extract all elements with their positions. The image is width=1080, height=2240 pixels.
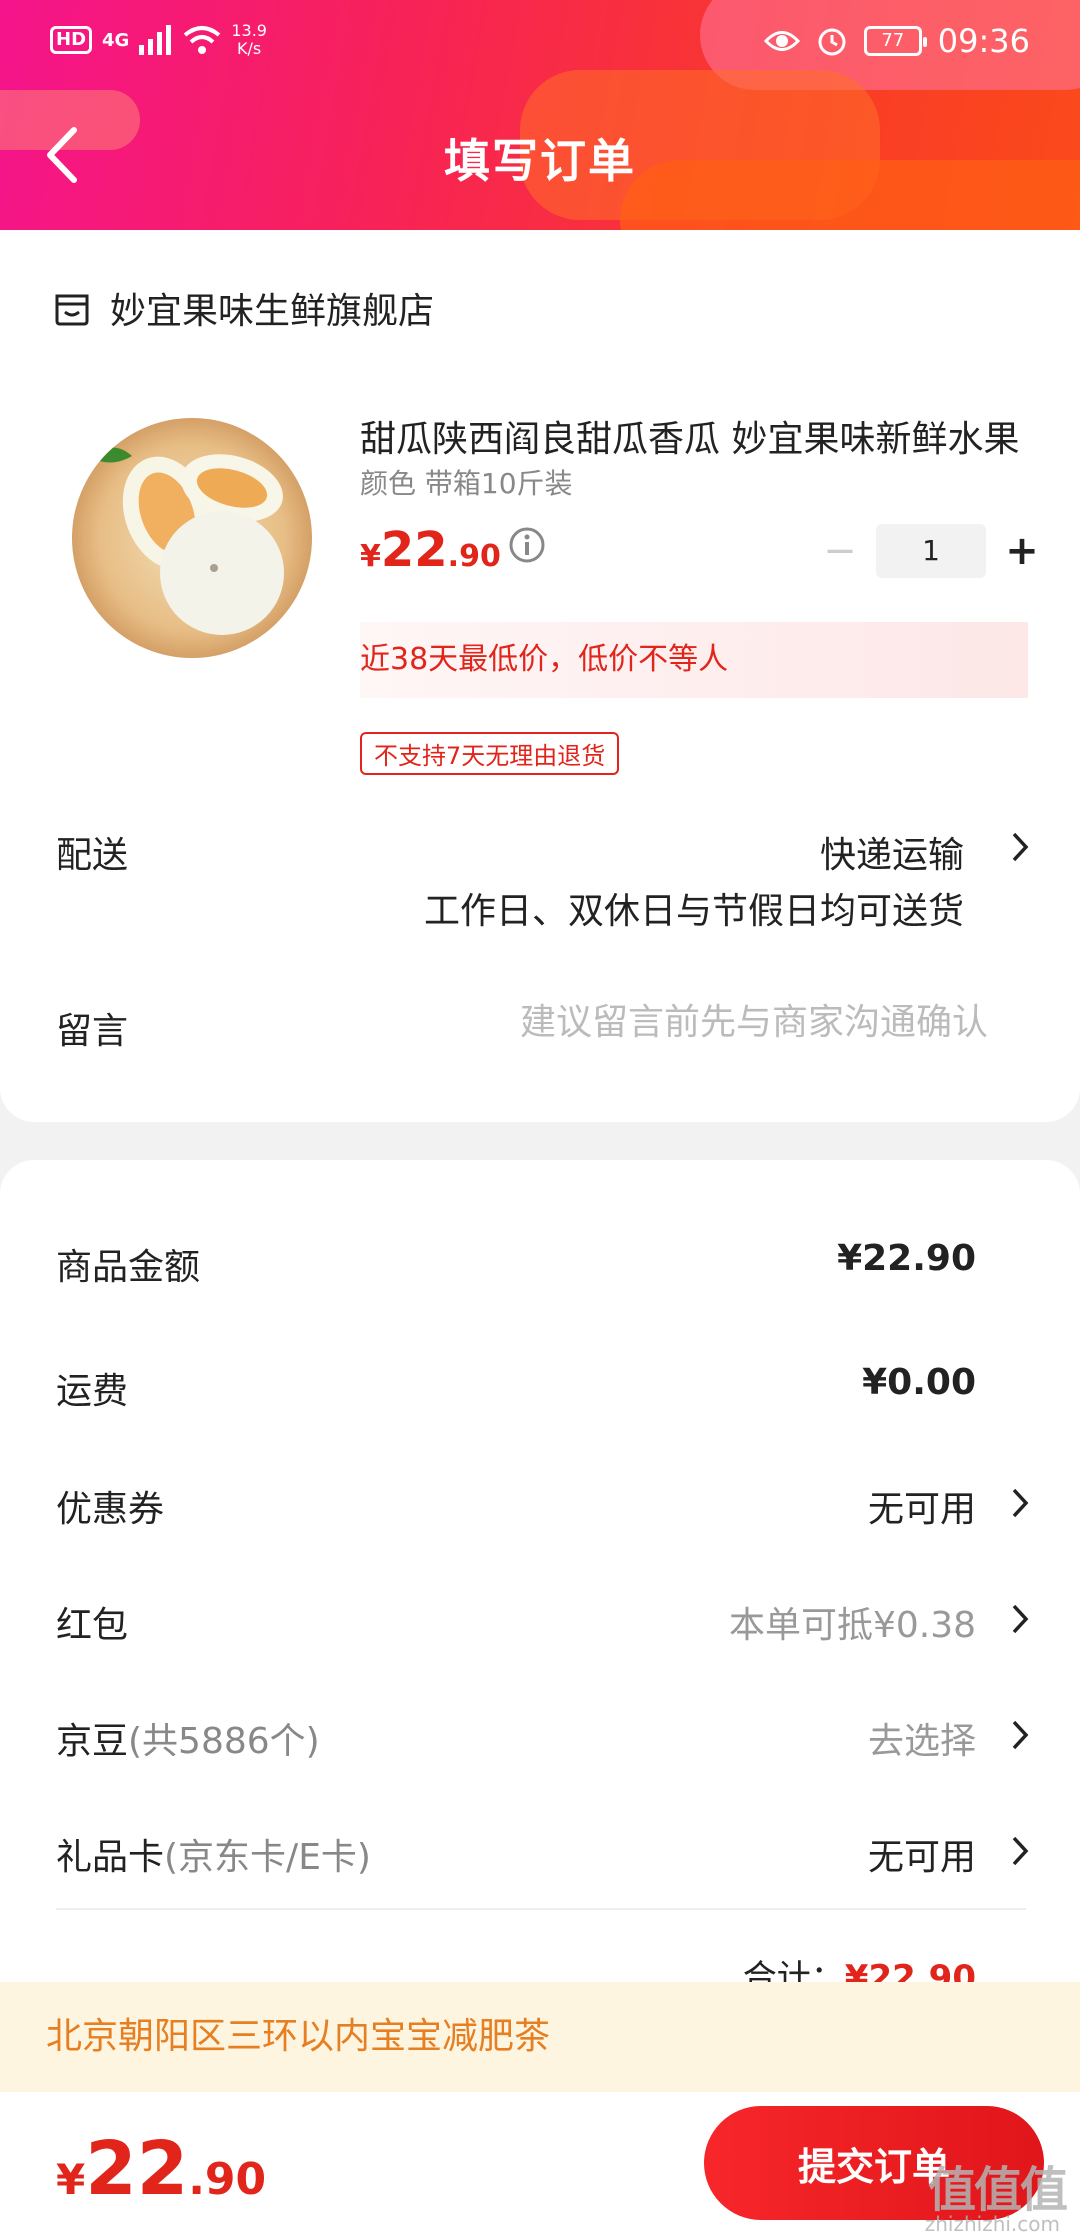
page-title: 填写订单 <box>444 134 636 188</box>
red-packet-label: 红包 <box>56 1605 129 1646</box>
price-info-icon[interactable] <box>508 526 546 568</box>
coupon-row[interactable]: 优惠券 无可用 <box>0 1480 1080 1540</box>
product-price: ¥22.90 <box>360 522 501 578</box>
signal-icon <box>139 25 172 55</box>
quantity-stepper: − 1 + <box>810 524 1052 578</box>
bottom-bar: ¥22.90 提交订单 <box>0 2092 1080 2240</box>
goods-amount-row: 商品金额 ¥22.90 <box>0 1238 1080 1298</box>
jd-beans-row[interactable]: 京豆(共5886个) 去选择 <box>0 1712 1080 1772</box>
jd-beans-value: 去选择 <box>867 1721 976 1762</box>
chevron-right-icon <box>1012 1604 1029 1634</box>
quantity-field[interactable]: 1 <box>876 524 986 578</box>
increase-button[interactable]: + <box>992 528 1052 574</box>
watermark-url: zhizhizhi.com <box>924 2212 1060 2236</box>
status-bar: HD 4G 13.9 K/s 77 09:36 <box>0 14 1080 70</box>
delivery-schedule: 工作日、双休日与节假日均可送货 <box>423 891 964 932</box>
shipping-value: ¥0.00 <box>862 1362 976 1403</box>
gift-card-label: 礼品卡(京东卡/E卡) <box>56 1837 371 1878</box>
shop-name: 妙宜果味生鲜旗舰店 <box>110 291 435 332</box>
eye-icon <box>763 31 800 51</box>
delivery-label: 配送 <box>56 835 129 876</box>
delivery-method[interactable]: 快递运输 <box>820 826 964 878</box>
note-input[interactable] <box>428 1002 988 1043</box>
store-icon <box>55 294 89 326</box>
coupon-label: 优惠券 <box>56 1489 165 1530</box>
goods-amount-label: 商品金额 <box>56 1247 201 1288</box>
red-packet-row[interactable]: 红包 本单可抵¥0.38 <box>0 1596 1080 1656</box>
divider <box>56 1908 1026 1910</box>
no-return-tag: 不支持7天无理由退货 <box>360 732 620 775</box>
watermark: 值值值 <box>927 2162 1068 2218</box>
product-spec: 颜色 带箱10斤装 <box>360 467 573 500</box>
chevron-right-icon <box>1012 1720 1029 1750</box>
hd-badge: HD <box>50 26 93 54</box>
net-speed: 13.9 K/s <box>231 21 267 58</box>
chevron-right-icon <box>1012 1488 1029 1518</box>
clock: 09:36 <box>937 22 1030 60</box>
fees-card: 商品金额 ¥22.90 运费 ¥0.00 优惠券 无可用 红包 本单可抵¥0.3… <box>0 1160 1080 2060</box>
gift-card-row[interactable]: 礼品卡(京东卡/E卡) 无可用 <box>0 1828 1080 1888</box>
alarm-icon <box>818 28 846 56</box>
shipping-label: 运费 <box>56 1371 129 1412</box>
coupon-value: 无可用 <box>867 1489 976 1530</box>
shop-row[interactable]: 妙宜果味生鲜旗舰店 <box>52 282 434 334</box>
jd-beans-label: 京豆(共5886个) <box>56 1721 320 1762</box>
note-label: 留言 <box>56 1011 129 1052</box>
melon-illustration <box>92 447 284 635</box>
goods-amount-value: ¥22.90 <box>837 1238 976 1279</box>
product-image[interactable] <box>72 418 312 658</box>
order-card: 妙宜果味生鲜旗舰店 甜瓜陕西阎良甜瓜香瓜 妙宜果味新鲜水果 颜色 带箱10斤装 … <box>0 230 1080 1122</box>
low-price-note: 近38天最低价，低价不等人 <box>360 622 1028 698</box>
chevron-right-icon <box>1012 1836 1029 1866</box>
bottom-total-price: ¥22.90 <box>56 2126 267 2212</box>
decrease-button[interactable]: − <box>810 528 870 574</box>
shipping-row: 运费 ¥0.00 <box>0 1362 1080 1422</box>
gift-card-value: 无可用 <box>867 1837 976 1878</box>
wifi-icon <box>184 26 221 54</box>
network-label: 4G <box>102 29 130 51</box>
address-banner[interactable]: 北京朝阳区三环以内宝宝减肥茶 <box>0 1982 1080 2092</box>
header-bar: HD 4G 13.9 K/s 77 09:36 填写订单 <box>0 0 1080 230</box>
product-title[interactable]: 甜瓜陕西阎良甜瓜香瓜 妙宜果味新鲜水果 <box>360 410 1040 462</box>
battery-indicator: 77 <box>863 26 927 56</box>
red-packet-value: 本单可抵¥0.38 <box>728 1605 976 1646</box>
chevron-right-icon[interactable] <box>1010 830 1030 864</box>
